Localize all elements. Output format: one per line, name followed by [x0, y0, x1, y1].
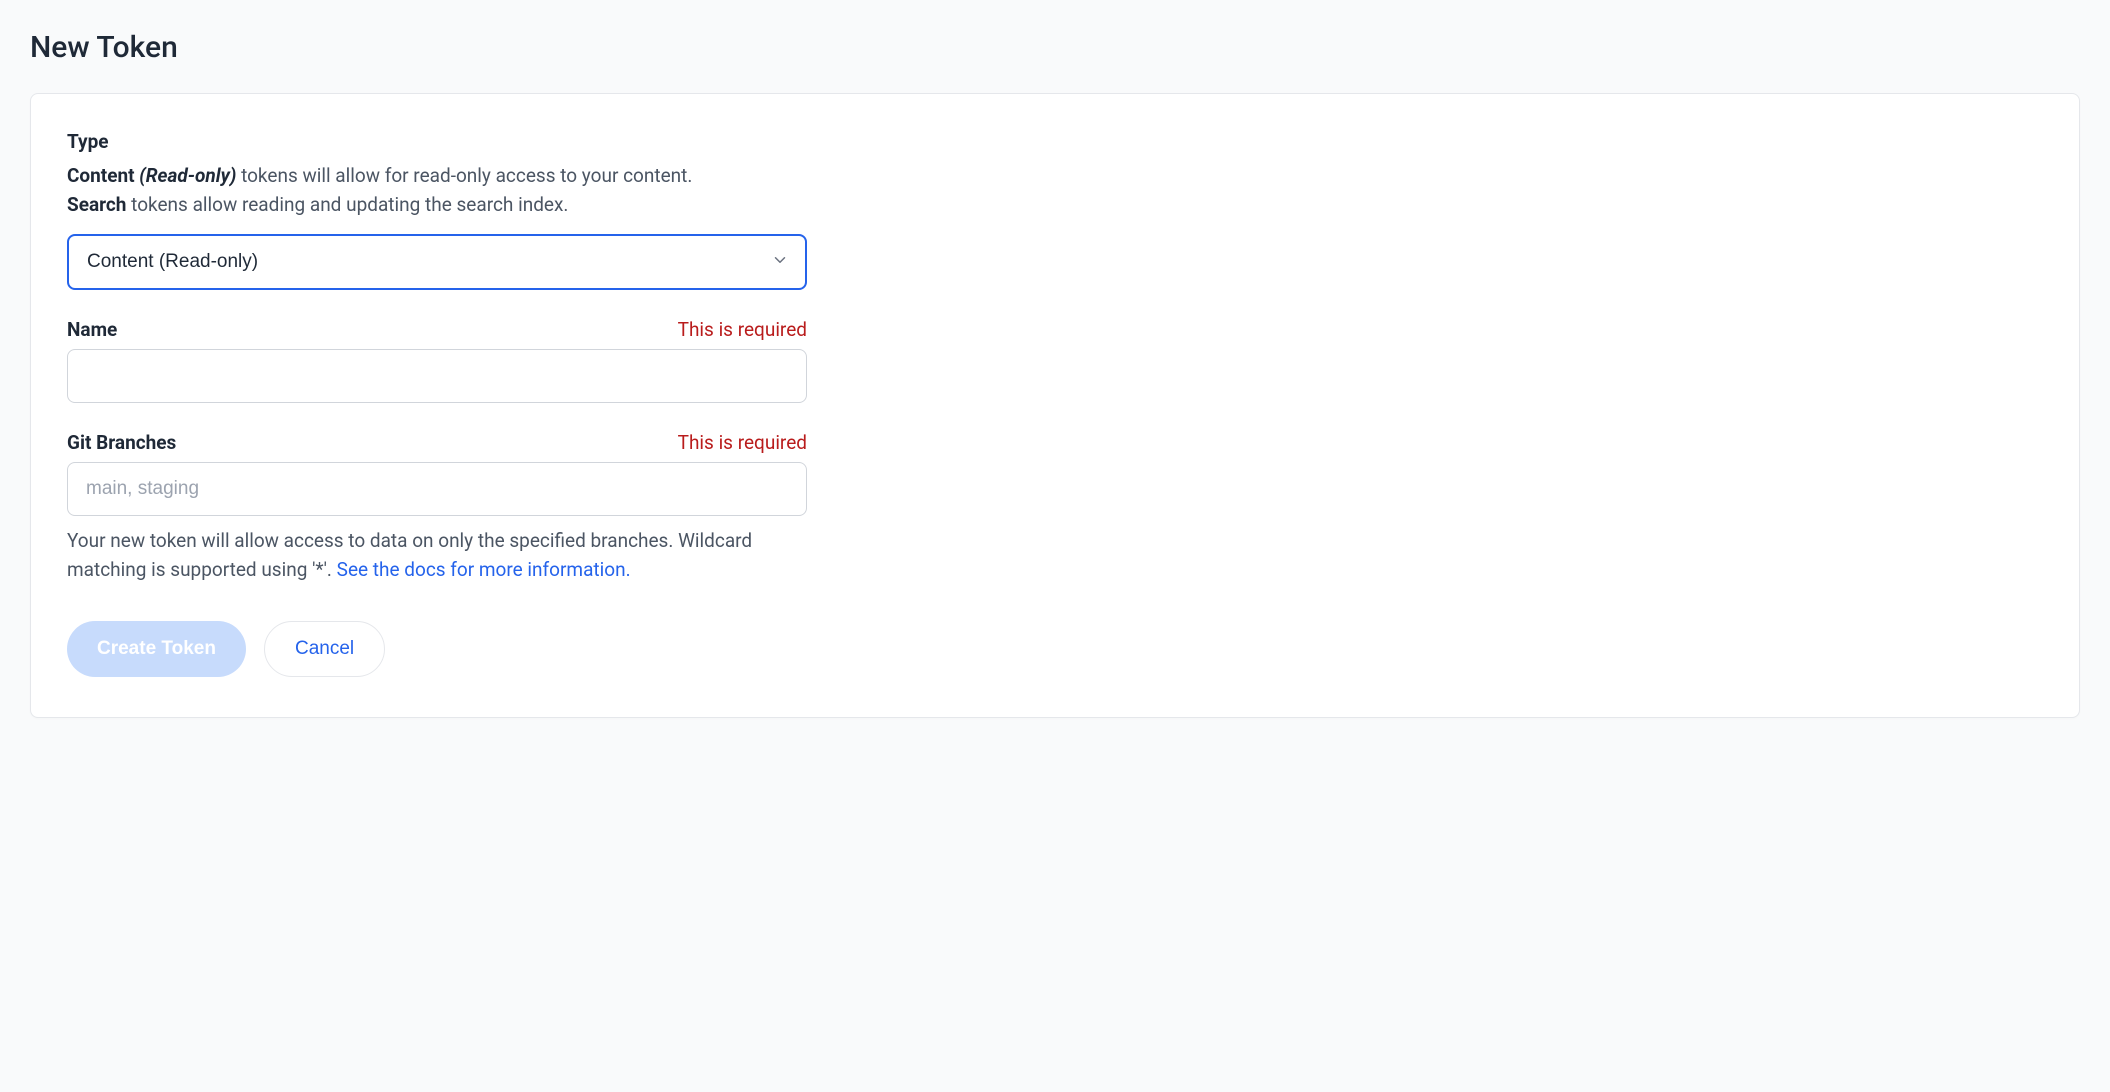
branches-help-link[interactable]: See the docs for more information. — [337, 558, 631, 581]
type-description: Content (Read-only) tokens will allow fo… — [67, 161, 807, 220]
create-token-button[interactable]: Create Token — [67, 621, 246, 677]
type-desc-search-bold: Search — [67, 193, 126, 216]
field-type: Type Content (Read-only) tokens will all… — [67, 130, 807, 290]
type-desc-content-rest: tokens will allow for read-only access t… — [241, 164, 692, 187]
type-label: Type — [67, 130, 109, 153]
button-row: Create Token Cancel — [67, 621, 807, 677]
name-input[interactable] — [67, 349, 807, 403]
field-name: Name This is required — [67, 318, 807, 403]
branches-help: Your new token will allow access to data… — [67, 526, 807, 585]
branches-input[interactable] — [67, 462, 807, 516]
branches-error: This is required — [678, 431, 807, 454]
page-title: New Token — [30, 30, 2080, 65]
name-label: Name — [67, 318, 117, 341]
field-branches: Git Branches This is required Your new t… — [67, 431, 807, 585]
name-error: This is required — [678, 318, 807, 341]
type-desc-search-rest: tokens allow reading and updating the se… — [131, 193, 568, 216]
cancel-button[interactable]: Cancel — [264, 621, 385, 677]
form-card: Type Content (Read-only) tokens will all… — [30, 93, 2080, 718]
type-desc-content-bold: Content — [67, 164, 135, 187]
form-content: Type Content (Read-only) tokens will all… — [67, 130, 807, 677]
branches-label: Git Branches — [67, 431, 176, 454]
type-select[interactable]: Content (Read-only) — [67, 234, 807, 290]
type-select-wrapper: Content (Read-only) — [67, 234, 807, 290]
type-desc-readonly-bold: (Read-only) — [139, 164, 236, 187]
